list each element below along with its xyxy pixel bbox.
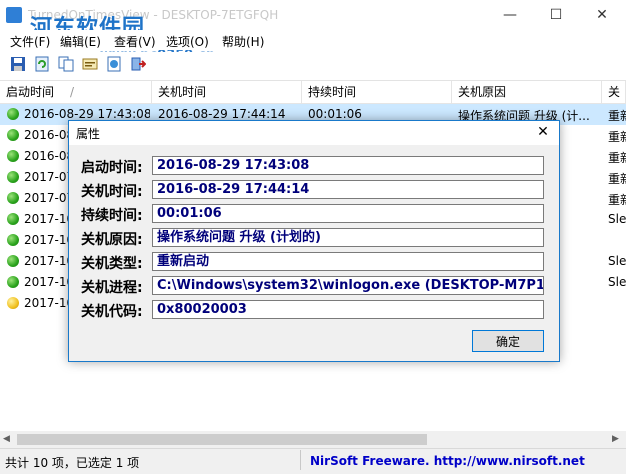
sort-indicator-icon: / xyxy=(70,85,75,99)
status-green-icon xyxy=(7,276,19,288)
field-reason[interactable]: 操作系统问题 升级 (计划的) xyxy=(152,228,544,247)
exit-icon[interactable] xyxy=(130,56,147,72)
status-green-icon xyxy=(7,129,19,141)
menu-help[interactable]: 帮助(H) xyxy=(222,33,264,50)
column-reason[interactable]: 关机原因 xyxy=(452,81,602,103)
column-type[interactable]: 关 xyxy=(602,81,626,103)
menu-options[interactable]: 选项(O) xyxy=(166,33,209,50)
field-type[interactable]: 重新启动 xyxy=(152,252,544,271)
status-green-icon xyxy=(7,108,19,120)
label-code: 关机代码: xyxy=(81,304,143,320)
cell-type: 重新 xyxy=(608,109,626,123)
cell-type: Sle xyxy=(608,275,626,289)
status-yellow-icon xyxy=(7,297,19,309)
field-process[interactable]: C:\Windows\system32\winlogon.exe (DESKTO… xyxy=(152,276,544,295)
cell-duration: 00:01:06 xyxy=(308,107,362,121)
column-start-time[interactable]: 启动时间 / xyxy=(0,81,152,103)
dialog-close-icon[interactable]: ✕ xyxy=(528,121,558,143)
scrollbar-thumb[interactable] xyxy=(17,434,427,445)
field-code[interactable]: 0x80020003 xyxy=(152,300,544,319)
properties-icon[interactable] xyxy=(82,56,98,72)
scroll-left-icon[interactable]: ◀ xyxy=(3,434,10,444)
label-reason: 关机原因: xyxy=(81,232,143,248)
cell-type: Sle xyxy=(608,254,626,268)
status-count: 共计 10 项，已选定 1 项 xyxy=(5,456,140,470)
status-link[interactable]: NirSoft Freeware. http://www.nirsoft.net xyxy=(310,454,585,468)
refresh-icon[interactable] xyxy=(34,56,50,72)
html-report-icon[interactable] xyxy=(106,56,122,72)
cell-type: 重新 xyxy=(608,130,626,144)
dialog-title-bar xyxy=(69,121,559,145)
cell-end-time: 2016-08-29 17:44:14 xyxy=(158,107,286,121)
cell-type: Sle xyxy=(608,212,626,226)
field-end-time[interactable]: 2016-08-29 17:44:14 xyxy=(152,180,544,199)
cell-type: 重新 xyxy=(608,193,626,207)
label-type: 关机类型: xyxy=(81,256,143,272)
maximize-button[interactable]: ☐ xyxy=(533,0,579,30)
cell-type: 重新 xyxy=(608,172,626,186)
cell-start-time: 2016-08-29 17:43:08 xyxy=(24,107,150,121)
cell-type: 重新 xyxy=(608,151,626,165)
minimize-button[interactable]: — xyxy=(487,0,533,30)
save-icon[interactable] xyxy=(10,56,26,72)
label-duration: 持续时间: xyxy=(81,208,143,224)
field-duration[interactable]: 00:01:06 xyxy=(152,204,544,223)
ok-button[interactable]: 确定 xyxy=(472,330,544,352)
status-green-icon xyxy=(7,171,19,183)
status-divider xyxy=(300,450,301,470)
scroll-right-icon[interactable]: ▶ xyxy=(612,434,619,444)
menu-edit[interactable]: 编辑(E) xyxy=(60,33,101,50)
copy-icon[interactable] xyxy=(58,56,74,72)
label-start-time: 启动时间: xyxy=(81,160,143,176)
status-green-icon xyxy=(7,150,19,162)
app-icon xyxy=(6,7,22,23)
column-end-time[interactable]: 关机时间 xyxy=(152,81,302,103)
dialog-title: 属性 xyxy=(76,127,101,141)
column-duration[interactable]: 持续时间 xyxy=(302,81,452,103)
field-start-time[interactable]: 2016-08-29 17:43:08 xyxy=(152,156,544,175)
close-button[interactable]: ✕ xyxy=(579,0,625,30)
status-green-icon xyxy=(7,192,19,204)
column-start-time-label: 启动时间 xyxy=(6,85,55,99)
status-green-icon xyxy=(7,255,19,267)
status-green-icon xyxy=(7,234,19,246)
status-green-icon xyxy=(7,213,19,225)
label-end-time: 关机时间: xyxy=(81,184,143,200)
menu-file[interactable]: 文件(F) xyxy=(10,33,50,50)
menu-view[interactable]: 查看(V) xyxy=(114,33,156,50)
label-process: 关机进程: xyxy=(81,280,143,296)
